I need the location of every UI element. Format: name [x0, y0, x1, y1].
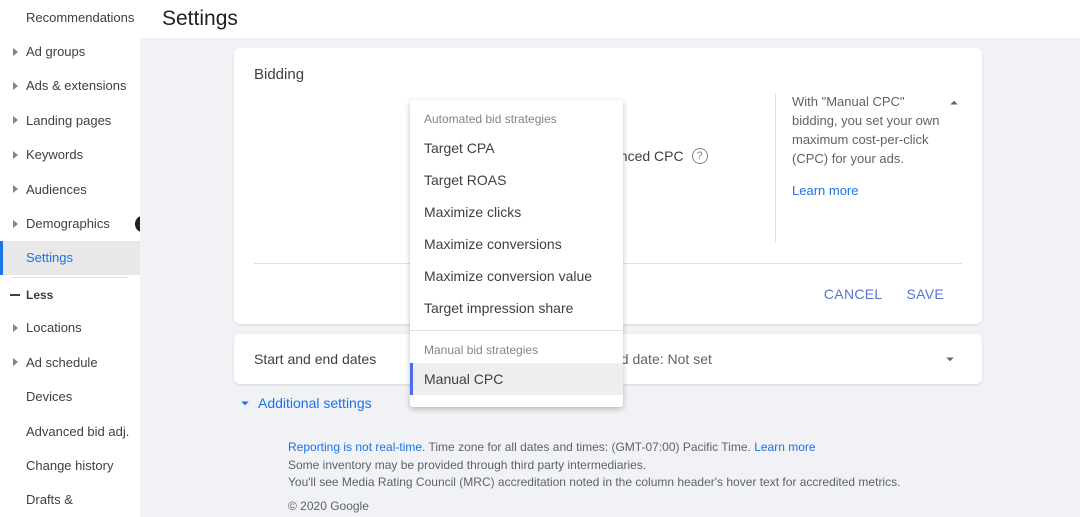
- sidebar-less-toggle[interactable]: Less: [0, 280, 140, 311]
- dropdown-item-manual-cpc[interactable]: Manual CPC: [410, 363, 623, 395]
- footer-text: You'll see Media Rating Council (MRC) ac…: [288, 474, 1080, 491]
- sidebar-item-label: Audiences: [26, 182, 87, 197]
- chevron-down-icon: [941, 350, 959, 368]
- less-label: Less: [26, 288, 53, 302]
- dropdown-item-target-roas[interactable]: Target ROAS: [410, 164, 623, 196]
- dropdown-item-target-cpa[interactable]: Target CPA: [410, 132, 623, 164]
- divider: [775, 93, 776, 243]
- sidebar-item-label: Ads & extensions: [26, 78, 126, 93]
- bid-strategy-dropdown: Automated bid strategies Target CPA Targ…: [410, 100, 623, 407]
- sidebar-item-ads-extensions[interactable]: Ads & extensions: [0, 69, 140, 103]
- chevron-up-icon: [945, 94, 963, 112]
- sidebar-item-drafts[interactable]: Drafts &: [0, 483, 140, 517]
- sidebar-item-demographics[interactable]: Demographics: [0, 206, 140, 240]
- help-icon[interactable]: ?: [692, 148, 708, 164]
- sidebar-item-label: Ad groups: [26, 44, 85, 59]
- dropdown-item-maximize-clicks[interactable]: Maximize clicks: [410, 196, 623, 228]
- sidebar-item-label: Settings: [26, 250, 73, 265]
- dates-label: Start and end dates: [254, 351, 410, 367]
- page-header: Settings: [140, 0, 1080, 38]
- additional-settings-toggle[interactable]: Additional settings: [234, 394, 1056, 412]
- sidebar-item-locations[interactable]: Locations: [0, 311, 140, 345]
- caret-right-icon: [13, 358, 18, 366]
- caret-right-icon: [13, 48, 18, 56]
- sidebar-item-advanced-bid-adj[interactable]: Advanced bid adj.: [0, 414, 140, 448]
- expand-dates-button[interactable]: [938, 347, 962, 371]
- sidebar-item-keywords[interactable]: Keywords: [0, 138, 140, 172]
- learn-more-link[interactable]: Learn more: [792, 182, 858, 201]
- reporting-realtime-link[interactable]: Reporting is not real-time.: [288, 440, 425, 454]
- card-title: Bidding: [254, 66, 962, 83]
- sidebar-item-label: Drafts &: [26, 492, 73, 507]
- collapse-info-button[interactable]: [942, 91, 966, 115]
- sidebar-item-label: Devices: [26, 389, 72, 404]
- footer-text: Time zone for all dates and times: (GMT-…: [425, 440, 754, 454]
- sidebar-item-audiences[interactable]: Audiences: [0, 172, 140, 206]
- info-text: With "Manual CPC" bidding, you set your …: [792, 93, 942, 168]
- caret-right-icon: [13, 185, 18, 193]
- sidebar-item-label: Keywords: [26, 147, 83, 162]
- additional-settings-label: Additional settings: [258, 395, 372, 411]
- sidebar-item-settings[interactable]: Settings: [0, 241, 140, 275]
- main: Settings Bidding With "Manual CPC" biddi…: [140, 0, 1080, 517]
- info-panel: With "Manual CPC" bidding, you set your …: [792, 93, 962, 243]
- footer: Reporting is not real-time. Time zone fo…: [288, 433, 1080, 517]
- cancel-button[interactable]: CANCEL: [824, 286, 883, 302]
- caret-right-icon: [13, 82, 18, 90]
- caret-right-icon: [13, 220, 18, 228]
- caret-right-icon: [13, 116, 18, 124]
- sidebar-item-label: Change history: [26, 458, 113, 473]
- sidebar-item-label: Ad schedule: [26, 355, 98, 370]
- dropdown-item-target-impression-share[interactable]: Target impression share: [410, 292, 623, 324]
- chevron-down-icon: [236, 394, 254, 412]
- sidebar-item-recommendations[interactable]: Recommendations: [0, 0, 140, 34]
- footer-learn-more-link[interactable]: Learn more: [754, 440, 815, 454]
- sidebar-item-label: Locations: [26, 320, 82, 335]
- sidebar-item-change-history[interactable]: Change history: [0, 448, 140, 482]
- sidebar-item-label: Demographics: [26, 216, 110, 231]
- caret-right-icon: [13, 324, 18, 332]
- page-title: Settings: [162, 7, 238, 31]
- sidebar-item-devices[interactable]: Devices: [0, 379, 140, 413]
- enhanced-cpc-row: anced CPC ?: [612, 148, 708, 164]
- footer-copyright: © 2020 Google: [288, 498, 1080, 515]
- sidebar-item-label: Recommendations: [26, 10, 134, 25]
- divider: [12, 277, 128, 278]
- sidebar-item-ad-groups[interactable]: Ad groups: [0, 34, 140, 68]
- dropdown-item-maximize-conversions[interactable]: Maximize conversions: [410, 228, 623, 260]
- sidebar-item-landing-pages[interactable]: Landing pages: [0, 103, 140, 137]
- dropdown-item-maximize-conversion-value[interactable]: Maximize conversion value: [410, 260, 623, 292]
- dropdown-section-label: Manual bid strategies: [410, 331, 623, 363]
- sidebar-item-ad-schedule[interactable]: Ad schedule: [0, 345, 140, 379]
- sidebar-item-label: Advanced bid adj.: [26, 424, 129, 439]
- sidebar-item-label: Landing pages: [26, 113, 111, 128]
- sidebar: Recommendations Ad groups Ads & extensio…: [0, 0, 140, 517]
- caret-right-icon: [13, 151, 18, 159]
- footer-text: Some inventory may be provided through t…: [288, 457, 1080, 474]
- save-button[interactable]: SAVE: [906, 286, 944, 302]
- dropdown-section-label: Automated bid strategies: [410, 100, 623, 132]
